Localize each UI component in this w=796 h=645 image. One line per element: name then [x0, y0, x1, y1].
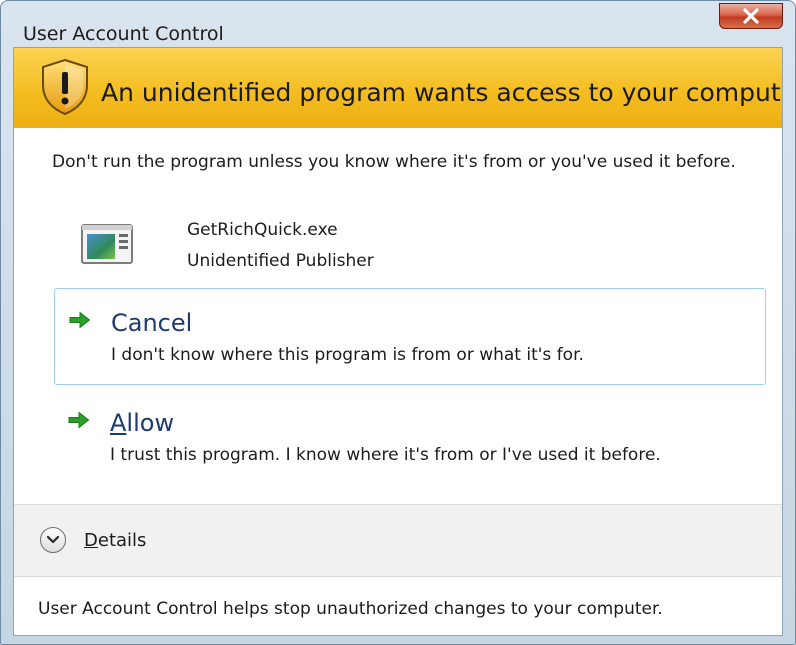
green-arrow-icon	[68, 411, 90, 429]
chevron-down-icon	[40, 527, 66, 553]
green-arrow-icon	[69, 311, 91, 329]
footer-message: User Account Control helps stop unauthor…	[38, 599, 663, 619]
program-icon	[81, 224, 133, 264]
window-title: User Account Control	[23, 23, 224, 45]
details-toggle-button[interactable]: Details	[40, 527, 146, 553]
banner-heading: An unidentified program wants access to …	[101, 78, 783, 107]
cancel-option-label: Cancel	[111, 309, 193, 337]
details-accelerator: D	[84, 529, 98, 551]
program-name: GetRichQuick.exe	[187, 220, 338, 240]
warning-banner: An unidentified program wants access to …	[14, 48, 782, 128]
title-bar: User Account Control	[1, 1, 795, 47]
allow-option-label: llow	[126, 409, 175, 437]
allow-option-description: I trust this program. I know where it's …	[110, 445, 661, 465]
cancel-option-title: Cancel	[111, 309, 192, 337]
details-label: Details	[84, 530, 146, 551]
allow-option-button[interactable]: Allow I trust this program. I know where…	[54, 391, 766, 485]
cancel-option-button[interactable]: Cancel I don't know where this program i…	[54, 288, 766, 385]
close-icon	[743, 8, 759, 24]
program-publisher: Unidentified Publisher	[187, 251, 374, 271]
shield-warning-icon	[42, 58, 88, 116]
uac-dialog-window: User Account Control An unidentified pro…	[0, 0, 796, 645]
details-label-rest: etails	[97, 529, 147, 551]
allow-option-accelerator: A	[110, 409, 127, 437]
close-button[interactable]	[719, 3, 783, 29]
allow-option-title: Allow	[110, 409, 174, 437]
dialog-content: An unidentified program wants access to …	[13, 47, 783, 636]
warning-message: Don't run the program unless you know wh…	[52, 152, 736, 172]
details-strip: Details	[14, 504, 782, 577]
cancel-option-description: I don't know where this program is from …	[111, 345, 584, 365]
